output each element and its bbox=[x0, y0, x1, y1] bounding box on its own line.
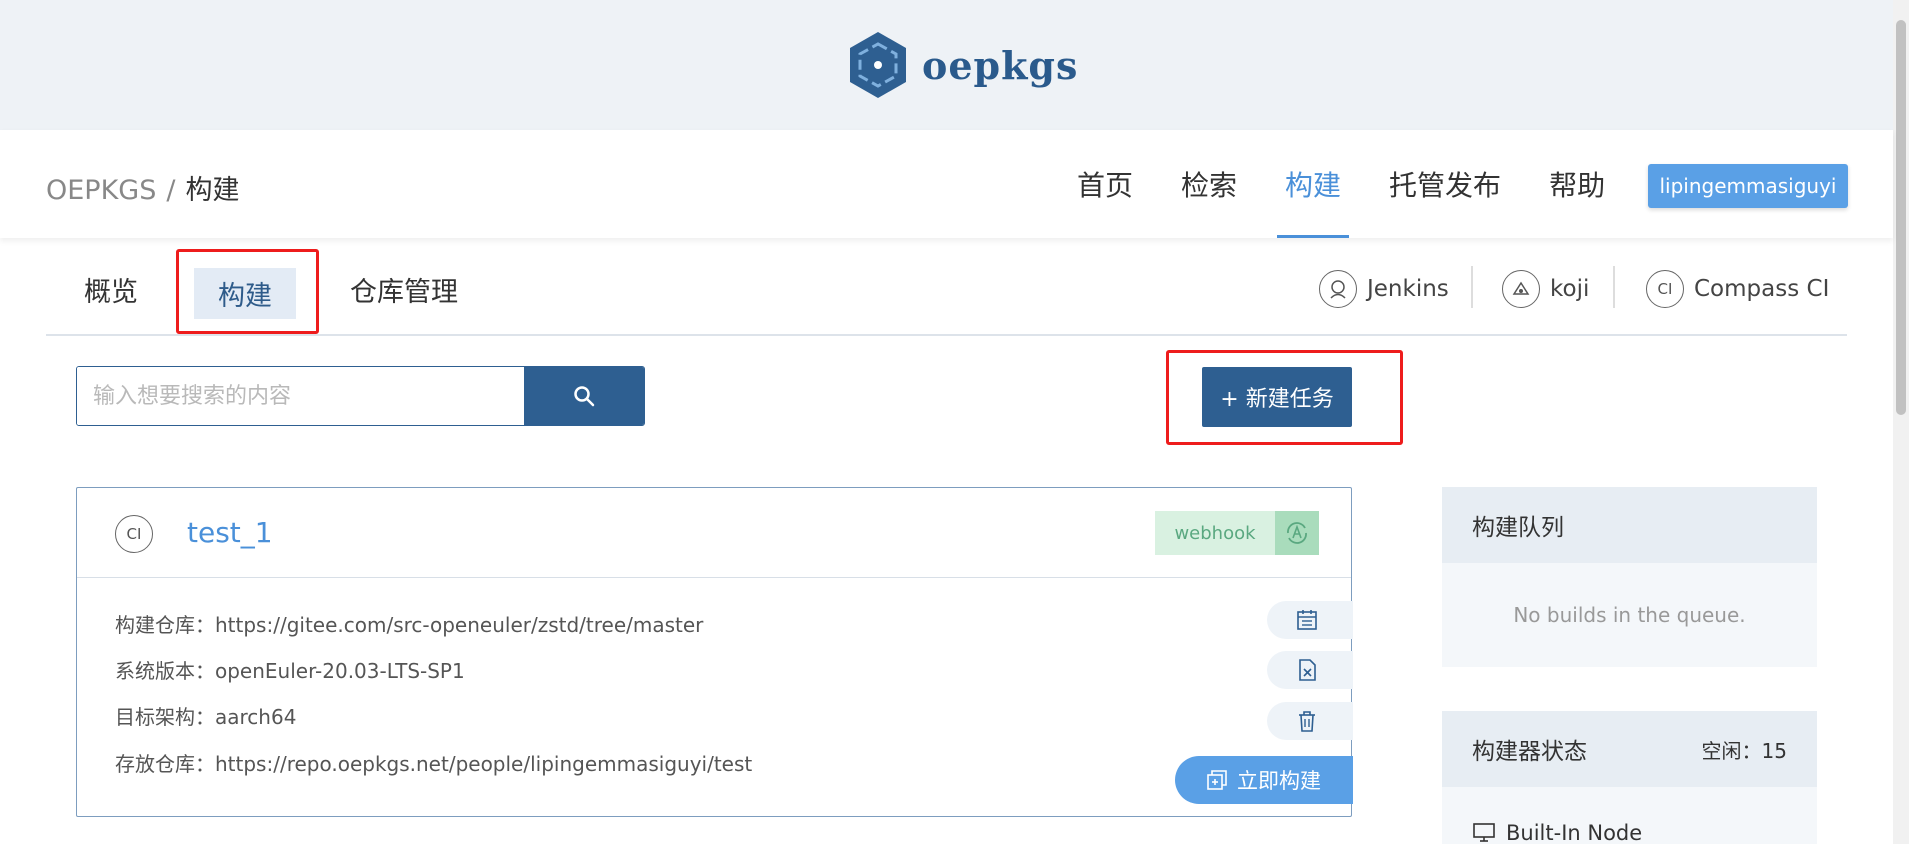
scrollbar[interactable] bbox=[1893, 0, 1909, 844]
build-queue-panel: 构建队列 No builds in the queue. bbox=[1442, 487, 1817, 667]
job-info-key: 存放仓库： bbox=[115, 752, 215, 776]
delete-job-button[interactable] bbox=[1267, 702, 1353, 740]
view-schedule-button[interactable] bbox=[1267, 601, 1353, 639]
brand-name: oepkgs bbox=[922, 42, 1079, 88]
ci-icon: CI bbox=[115, 515, 153, 553]
scrollbar-thumb[interactable] bbox=[1896, 20, 1906, 415]
tool-divider bbox=[1471, 266, 1473, 308]
job-info-value: https://repo.oepkgs.net/people/lipingemm… bbox=[215, 752, 753, 776]
executor-node-label: Built-In Node bbox=[1506, 821, 1643, 844]
search-icon bbox=[574, 386, 595, 407]
job-card-header: CI test_1 webhook bbox=[77, 488, 1351, 578]
delete-file-button[interactable] bbox=[1267, 651, 1353, 689]
executor-idle-value: 15 bbox=[1761, 738, 1787, 763]
tab-overview[interactable]: 概览 bbox=[84, 270, 138, 309]
tool-compass-ci[interactable]: CI Compass CI bbox=[1646, 270, 1829, 308]
executor-status-panel: 构建器状态 空闲：15 Built-In Node bbox=[1442, 711, 1817, 844]
job-info-value: aarch64 bbox=[215, 705, 297, 729]
koji-icon bbox=[1502, 270, 1540, 308]
calendar-list-icon bbox=[1297, 610, 1317, 630]
build-queue-empty: No builds in the queue. bbox=[1513, 603, 1746, 627]
nav-build[interactable]: 构建 bbox=[1277, 164, 1350, 238]
build-now-button[interactable]: 立即构建 bbox=[1175, 756, 1353, 804]
build-queue-title: 构建队列 bbox=[1472, 515, 1564, 541]
build-now-label: 立即构建 bbox=[1237, 769, 1321, 793]
breadcrumb-root[interactable]: OEPKGS bbox=[46, 175, 156, 206]
nav-hosted-release[interactable]: 托管发布 bbox=[1389, 164, 1501, 238]
search-button[interactable] bbox=[524, 367, 644, 425]
oepkgs-logo-icon bbox=[850, 32, 906, 98]
main-navbar: OEPKGS / 构建 首页 检索 构建 托管发布 帮助 lipingemmasig… bbox=[0, 130, 1893, 238]
jenkins-icon bbox=[1319, 270, 1357, 308]
ci-icon: CI bbox=[1646, 270, 1684, 308]
brand-logo[interactable]: oepkgs bbox=[846, 30, 1078, 100]
trash-icon bbox=[1299, 711, 1315, 732]
executor-status-header: 构建器状态 空闲：15 bbox=[1442, 711, 1817, 787]
tab-repo-management[interactable]: 仓库管理 bbox=[350, 270, 458, 309]
job-info-value: openEuler-20.03-LTS-SP1 bbox=[215, 659, 465, 683]
breadcrumb-separator: / bbox=[166, 175, 176, 206]
nav-links: 首页 检索 构建 托管发布 帮助 bbox=[1077, 164, 1605, 238]
executor-idle-label: 空闲： bbox=[1701, 738, 1762, 763]
search-input[interactable] bbox=[77, 367, 524, 425]
file-x-icon bbox=[1299, 659, 1316, 681]
build-copy-icon bbox=[1207, 770, 1227, 790]
highlight-box-new-task bbox=[1166, 350, 1403, 445]
top-banner: oepkgs bbox=[0, 0, 1893, 130]
webhook-label: webhook bbox=[1155, 511, 1275, 555]
executor-status-title: 构建器状态 bbox=[1472, 739, 1587, 765]
build-queue-header: 构建队列 bbox=[1442, 487, 1817, 563]
tool-koji-label: koji bbox=[1550, 276, 1590, 302]
search-bar bbox=[76, 366, 645, 426]
auto-trigger-icon[interactable] bbox=[1275, 511, 1319, 555]
nav-home[interactable]: 首页 bbox=[1077, 164, 1133, 238]
job-info-value: https://gitee.com/src-openeuler/zstd/tre… bbox=[215, 613, 704, 637]
tool-koji[interactable]: koji bbox=[1502, 270, 1589, 308]
nav-search[interactable]: 检索 bbox=[1181, 164, 1237, 238]
job-info-row: 系统版本：openEuler-20.03-LTS-SP1 bbox=[115, 655, 465, 684]
tool-divider bbox=[1613, 266, 1615, 308]
executor-idle-count: 空闲：15 bbox=[1702, 735, 1787, 764]
user-account-button[interactable]: lipingemmasiguyi bbox=[1648, 164, 1848, 208]
job-name-link[interactable]: test_1 bbox=[187, 516, 273, 549]
job-info-row: 构建仓库：https://gitee.com/src-openeuler/zst… bbox=[115, 609, 703, 638]
computer-icon bbox=[1473, 823, 1495, 842]
job-info-key: 目标架构： bbox=[115, 705, 215, 729]
job-info-row: 目标架构：aarch64 bbox=[115, 701, 296, 730]
executor-node-item[interactable]: Built-In Node bbox=[1472, 821, 1642, 844]
webhook-badge: webhook bbox=[1155, 511, 1319, 555]
tool-jenkins[interactable]: Jenkins bbox=[1319, 270, 1449, 308]
build-job-card: CI test_1 webhook 构建仓库：https://gitee.com… bbox=[76, 487, 1353, 817]
breadcrumb: OEPKGS / 构建 bbox=[46, 168, 239, 207]
job-info-row: 存放仓库：https://repo.oepkgs.net/people/lipi… bbox=[115, 748, 752, 777]
job-info-key: 构建仓库： bbox=[115, 613, 215, 637]
breadcrumb-current: 构建 bbox=[185, 175, 240, 206]
nav-help[interactable]: 帮助 bbox=[1549, 164, 1605, 238]
tool-compass-ci-label: Compass CI bbox=[1694, 276, 1830, 302]
highlight-box-build-tab bbox=[176, 249, 319, 334]
job-info-key: 系统版本： bbox=[115, 659, 215, 683]
tool-jenkins-label: Jenkins bbox=[1367, 276, 1449, 302]
